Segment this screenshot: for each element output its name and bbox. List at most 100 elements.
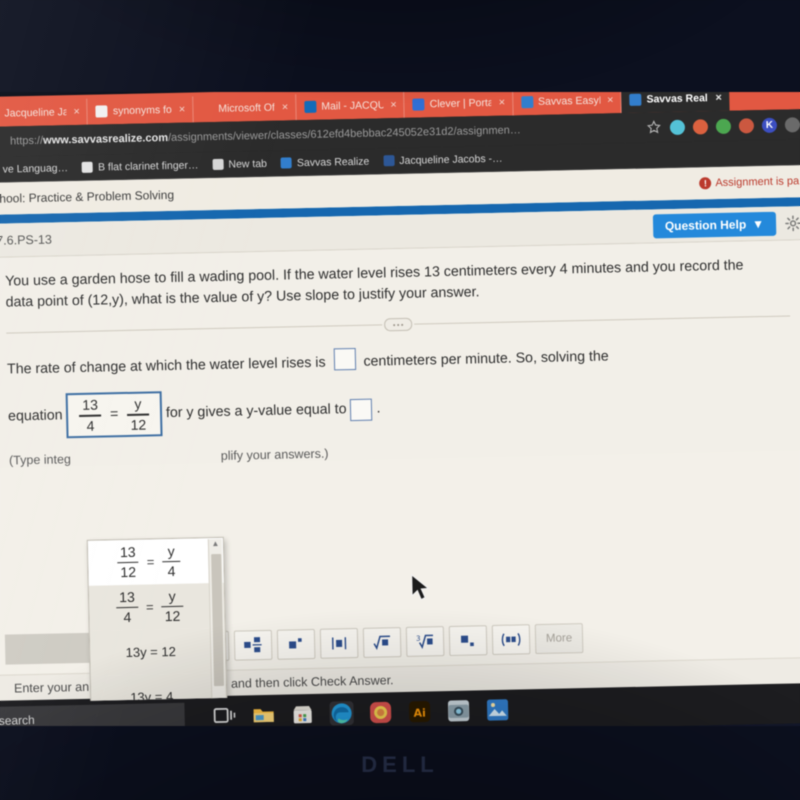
divider-line-right bbox=[414, 315, 791, 325]
office-icon bbox=[201, 103, 214, 116]
close-icon[interactable]: × bbox=[282, 101, 289, 113]
extension-green-icon[interactable] bbox=[715, 118, 732, 134]
fraction-numerator: y bbox=[168, 588, 176, 605]
extension-red-icon[interactable] bbox=[738, 117, 755, 134]
type-instruction-row: (Type integ plify your answers.) bbox=[9, 437, 793, 468]
enter-answer-text: Enter your an bbox=[13, 679, 90, 696]
exponent-icon bbox=[289, 638, 302, 649]
edge-browser-icon[interactable] bbox=[329, 701, 354, 726]
tab-label: Savvas EasyE bbox=[537, 94, 601, 108]
browser-tab-1[interactable]: synonyms fo × bbox=[87, 96, 194, 125]
laptop-brand-label: DELL bbox=[361, 752, 439, 777]
close-icon[interactable]: × bbox=[715, 92, 722, 104]
bookmark-label: ve Languag… bbox=[2, 161, 69, 176]
url-path: /assignments/viewer/classes/612efd4bebba… bbox=[167, 124, 521, 144]
subscript-icon bbox=[460, 635, 474, 647]
enter-answer-tail: and then click Check Answer. bbox=[230, 673, 394, 691]
work-text-c: for y gives a y-value equal to bbox=[165, 401, 347, 422]
bookmark-item-3[interactable]: Savvas Realize bbox=[280, 155, 370, 169]
fraction-numerator: 13 bbox=[119, 543, 136, 561]
exponent-button[interactable] bbox=[276, 628, 316, 660]
gear-icon[interactable] bbox=[784, 214, 800, 232]
close-icon[interactable]: × bbox=[607, 94, 614, 106]
adobe-illustrator-icon[interactable]: Ai bbox=[407, 699, 432, 724]
extension-k-icon[interactable]: K bbox=[761, 117, 778, 133]
y-value-input[interactable] bbox=[350, 398, 373, 421]
mixed-number-button[interactable] bbox=[233, 629, 273, 661]
bookmark-item-0[interactable]: ve Languag… bbox=[0, 161, 69, 176]
close-icon[interactable]: × bbox=[499, 97, 506, 109]
tab-label: Microsoft Of bbox=[218, 101, 275, 115]
bookmark-item-2[interactable]: New tab bbox=[212, 157, 267, 170]
nth-root-button[interactable]: 3 bbox=[405, 626, 445, 657]
fraction-bar bbox=[162, 560, 181, 563]
equation-dropdown-selected[interactable]: 13 4 = y 12 bbox=[66, 391, 163, 439]
camera-app-icon[interactable] bbox=[446, 699, 471, 724]
outlook-icon bbox=[304, 100, 317, 114]
url-domain: www.savvasrealize.com bbox=[42, 131, 169, 147]
scroll-up-icon[interactable]: ▲ bbox=[211, 539, 219, 549]
extension-orange-icon[interactable] bbox=[692, 118, 709, 135]
browser-tab-3[interactable]: Mail - JACQU × bbox=[295, 91, 405, 121]
type-instruction-tail: plify your answers.) bbox=[220, 446, 329, 464]
fraction-denominator: 4 bbox=[86, 417, 95, 434]
fraction-numerator: y bbox=[134, 396, 142, 413]
tab-label: Clever | Portal bbox=[429, 96, 492, 111]
subscript-button[interactable] bbox=[448, 625, 488, 656]
clever-icon bbox=[412, 98, 425, 111]
fraction-right: y 12 bbox=[127, 396, 149, 432]
question-prompt: You use a garden hose to fill a wading p… bbox=[4, 257, 744, 311]
rate-of-change-input[interactable] bbox=[333, 348, 356, 371]
document-icon bbox=[81, 161, 94, 173]
taskbar-icons: Ai bbox=[212, 698, 509, 728]
bookmark-item-4[interactable]: Jacqueline Jacobs -… bbox=[383, 152, 503, 167]
equals-sign: = bbox=[146, 554, 155, 570]
newtab-icon bbox=[212, 158, 224, 171]
bookmark-label: Savvas Realize bbox=[296, 155, 370, 169]
favorites-star-icon[interactable] bbox=[646, 119, 662, 135]
photo-top-bezel bbox=[0, 0, 800, 92]
fraction-right: y 12 bbox=[161, 588, 184, 624]
dropdown-option-1-selected[interactable]: 13 4 = y 12 bbox=[88, 582, 225, 631]
fraction-numerator: y bbox=[167, 543, 175, 560]
url-scheme: https:// bbox=[9, 134, 44, 148]
dropdown-option-2[interactable]: 13y = 12 bbox=[89, 627, 226, 676]
nth-root-icon: 3 bbox=[416, 634, 433, 649]
collapse-toggle[interactable] bbox=[384, 317, 413, 332]
fraction-numerator: 13 bbox=[82, 397, 99, 414]
section-divider bbox=[6, 310, 791, 340]
url-text[interactable]: https://www.savvasrealize.com/assignment… bbox=[9, 122, 638, 148]
square-root-button[interactable] bbox=[362, 627, 402, 658]
mixed-number-icon bbox=[244, 637, 262, 653]
absolute-value-button[interactable] bbox=[319, 627, 359, 659]
more-button[interactable]: More bbox=[534, 623, 584, 655]
svg-text:Ai: Ai bbox=[413, 707, 426, 720]
close-icon[interactable]: × bbox=[73, 106, 80, 118]
browser-tab-4[interactable]: Clever | Portal × bbox=[404, 89, 514, 118]
dropdown-option-0[interactable]: 13 12 = y 4 bbox=[87, 537, 224, 586]
period: . bbox=[376, 400, 381, 417]
extension-blue-icon[interactable] bbox=[669, 119, 686, 135]
extension-grey-icon[interactable] bbox=[784, 116, 800, 133]
microsoft-store-icon[interactable] bbox=[290, 702, 315, 727]
fraction-left: 13 4 bbox=[116, 589, 139, 625]
browser-tab-2[interactable]: Microsoft Of × bbox=[192, 94, 297, 123]
question-help-button[interactable]: Question Help ▼ bbox=[652, 211, 777, 238]
absolute-value-icon bbox=[331, 637, 347, 650]
bookmark-item-1[interactable]: B flat clarinet finger… bbox=[81, 159, 199, 174]
square-root-icon bbox=[373, 635, 390, 650]
picture-app-icon[interactable] bbox=[485, 698, 510, 723]
equation-dropdown-list[interactable]: 13 12 = y 4 13 4 = y 12 13y = 12 13y = 4… bbox=[86, 536, 228, 703]
tab-label: Savvas Reali bbox=[646, 92, 709, 106]
browser-tab-0[interactable]: Jacqueline Ja × bbox=[0, 98, 89, 128]
close-icon[interactable]: × bbox=[390, 99, 397, 111]
ordered-pair-button[interactable] bbox=[491, 624, 531, 656]
photos-app-icon[interactable] bbox=[368, 700, 393, 725]
close-icon[interactable]: × bbox=[179, 104, 186, 116]
fraction-left: 13 4 bbox=[79, 397, 102, 434]
savvas-icon bbox=[629, 93, 642, 106]
task-view-icon[interactable] bbox=[212, 704, 237, 729]
breadcrumb: chool: Practice & Problem Solving bbox=[0, 187, 175, 206]
file-explorer-icon[interactable] bbox=[251, 703, 276, 728]
tab-label: Mail - JACQU bbox=[321, 99, 384, 113]
